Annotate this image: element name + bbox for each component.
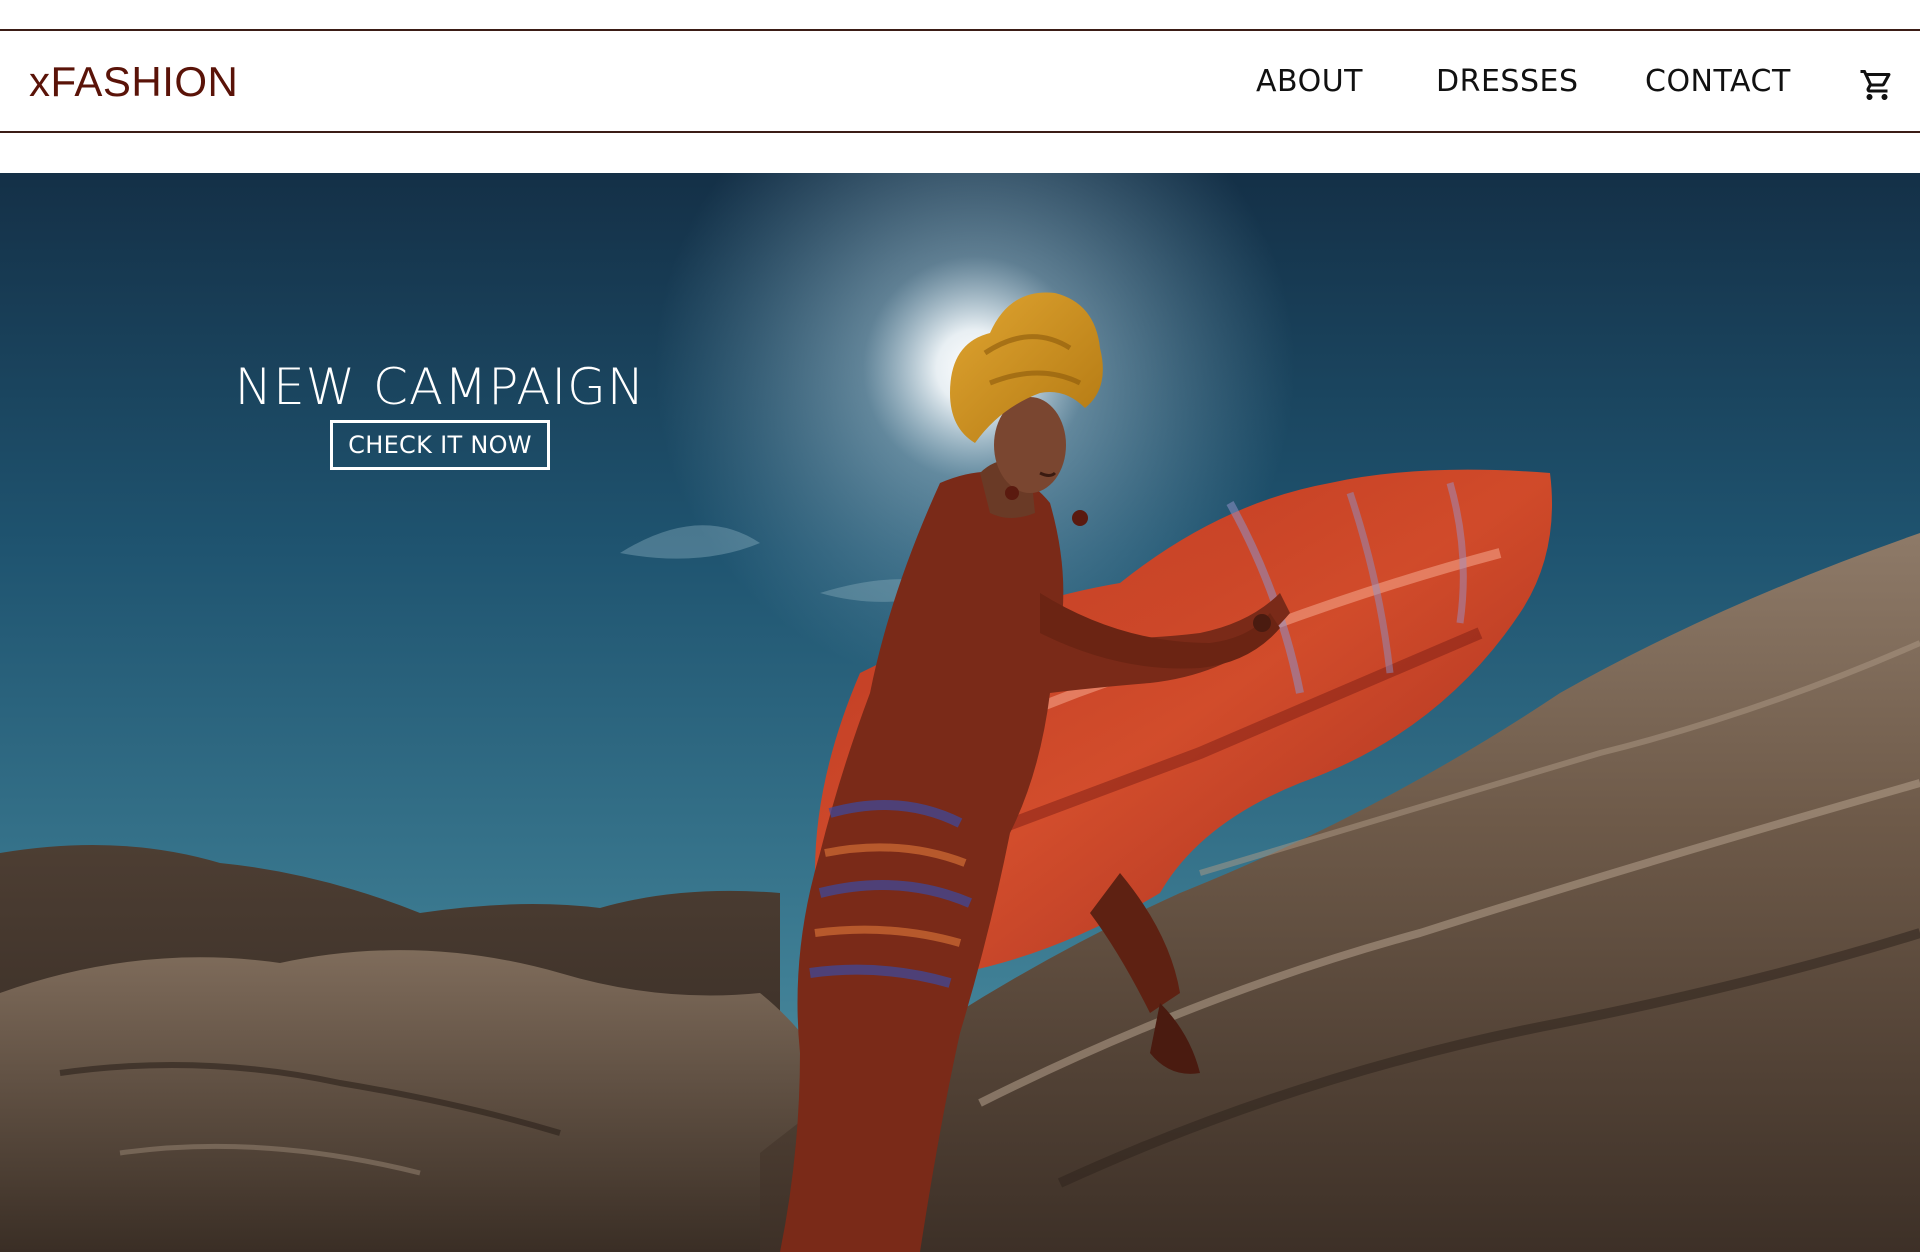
shopping-cart-icon [1860, 70, 1891, 100]
cart-button[interactable] [1859, 67, 1895, 103]
nav-link-about[interactable]: ABOUT [1256, 65, 1363, 99]
page: xFASHION ABOUT DRESSES CONTACT NEW CAMPA… [0, 0, 1920, 1252]
nav-link-dresses[interactable]: DRESSES [1436, 65, 1578, 99]
hero-title: NEW CAMPAIGN [234, 357, 646, 416]
check-it-now-button[interactable]: CHECK IT NOW [330, 420, 550, 470]
nav-link-contact[interactable]: CONTACT [1645, 65, 1791, 99]
top-navigation-bar: xFASHION ABOUT DRESSES CONTACT [0, 29, 1920, 133]
hero-campaign-photo [0, 173, 1920, 1252]
hero-banner: NEW CAMPAIGN CHECK IT NOW [0, 173, 1920, 1252]
primary-nav: ABOUT DRESSES CONTACT [0, 65, 1920, 105]
